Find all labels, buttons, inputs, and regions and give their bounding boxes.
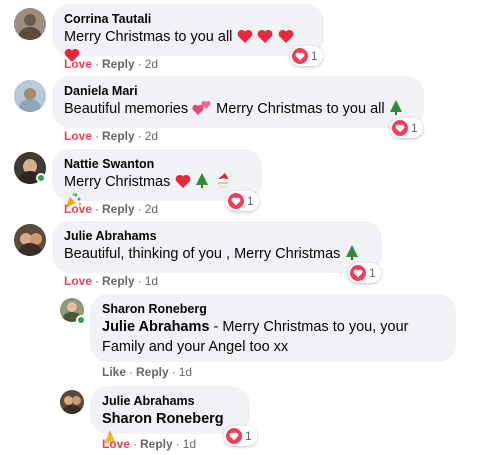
comment-author[interactable]: Corrina Tautali — [64, 11, 312, 27]
comment-bubble: Julie Abrahams Sharon Roneberg — [90, 386, 250, 444]
avatar[interactable] — [60, 390, 84, 414]
comment-actions: Love · Reply · 2d — [64, 129, 159, 143]
two-hearts-icon — [192, 101, 211, 115]
reaction-count: 1 — [247, 194, 254, 208]
comment-text: Julie Abrahams - Merry Christmas to you,… — [102, 319, 409, 355]
reply-button[interactable]: Reply — [102, 129, 135, 143]
reaction-count: 1 — [369, 266, 376, 280]
comment-text: Beautiful, thinking of you , Merry Chris… — [64, 246, 341, 262]
comment-author[interactable]: Nattie Swanton — [64, 156, 250, 172]
timestamp[interactable]: 1d — [183, 437, 196, 451]
christmas-tree-icon — [389, 100, 402, 115]
reaction-count: 1 — [411, 121, 418, 135]
comment-actions: Love · Reply · 1d — [64, 274, 159, 288]
reaction-summary[interactable]: 1 — [224, 426, 257, 446]
reaction-summary[interactable]: 1 — [290, 46, 323, 66]
comment-actions: Like · Reply · 1d — [102, 365, 193, 379]
love-button[interactable]: Love — [64, 57, 92, 71]
red-heart-icon — [257, 29, 273, 43]
comment-author[interactable]: Julie Abrahams — [102, 393, 238, 409]
love-button[interactable]: Love — [64, 129, 92, 143]
christmas-tree-icon — [345, 245, 358, 260]
avatar[interactable] — [14, 80, 46, 112]
mention-link[interactable]: Julie Abrahams — [102, 319, 209, 335]
comment-author[interactable]: Daniela Mari — [64, 83, 412, 99]
red-heart-icon — [278, 29, 294, 43]
love-button[interactable]: Love — [64, 202, 92, 216]
santa-icon — [216, 172, 231, 188]
reply-button[interactable]: Reply — [102, 274, 135, 288]
comment-bubble: Sharon Roneberg Julie Abrahams - Merry C… — [90, 294, 456, 362]
online-status-icon — [36, 173, 46, 183]
red-heart-icon — [175, 174, 191, 188]
reaction-summary[interactable]: 1 — [390, 118, 423, 138]
love-reaction-icon — [392, 120, 408, 136]
timestamp[interactable]: 2d — [145, 129, 158, 143]
christmas-tree-icon — [196, 173, 209, 188]
reaction-summary[interactable]: 1 — [348, 263, 381, 283]
comment-actions: Love · Reply · 2d — [64, 202, 159, 216]
mention-link[interactable]: Sharon Roneberg — [102, 411, 224, 427]
comment-actions: Love · Reply · 2d — [64, 57, 159, 71]
reply-button[interactable]: Reply — [102, 57, 135, 71]
comment-text: Beautiful memories Merry Christmas to yo… — [64, 100, 403, 117]
love-reaction-icon — [226, 428, 242, 444]
comment-author[interactable]: Julie Abrahams — [64, 228, 370, 244]
love-button[interactable]: Love — [102, 437, 130, 451]
comment-actions: Love · Reply · 1d — [102, 437, 197, 451]
love-reaction-icon — [228, 193, 244, 209]
reaction-count: 1 — [245, 429, 252, 443]
like-button[interactable]: Like — [102, 365, 126, 379]
avatar[interactable] — [14, 8, 46, 40]
comment-bubble: Corrina Tautali Merry Christmas to you a… — [52, 4, 324, 62]
comment-author[interactable]: Sharon Roneberg — [102, 301, 444, 317]
reply-button[interactable]: Reply — [136, 365, 169, 379]
timestamp[interactable]: 1d — [179, 365, 192, 379]
reply-button[interactable]: Reply — [102, 202, 135, 216]
comment-bubble: Julie Abrahams Beautiful, thinking of yo… — [52, 221, 382, 273]
comment-bubble: Daniela Mari Beautiful memories Merry Ch… — [52, 76, 424, 128]
love-button[interactable]: Love — [64, 274, 92, 288]
timestamp[interactable]: 2d — [145, 57, 158, 71]
reaction-summary[interactable]: 1 — [226, 191, 259, 211]
timestamp[interactable]: 2d — [145, 202, 158, 216]
red-heart-icon — [237, 29, 253, 43]
comment-text: Merry Christmas — [64, 174, 171, 190]
love-reaction-icon — [350, 265, 366, 281]
avatar[interactable] — [14, 224, 46, 256]
comment-text: Merry Christmas to you all — [64, 29, 233, 45]
reply-button[interactable]: Reply — [140, 437, 173, 451]
timestamp[interactable]: 1d — [145, 274, 158, 288]
reaction-count: 1 — [311, 49, 318, 63]
online-status-icon — [76, 315, 86, 325]
love-reaction-icon — [292, 48, 308, 64]
